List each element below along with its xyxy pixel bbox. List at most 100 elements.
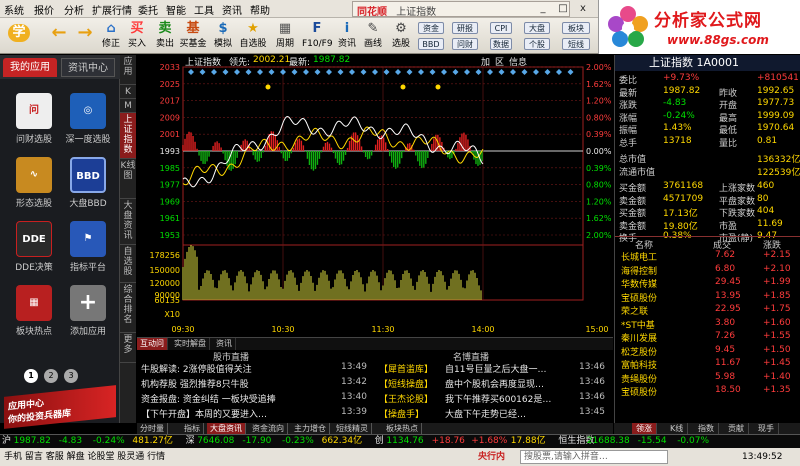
menu-help[interactable]: 帮助 bbox=[250, 2, 270, 17]
market-news-item[interactable]: 牛股解读: 2涨停股值得关注 bbox=[141, 362, 331, 375]
market-news-item[interactable]: 机构荐股 强烈推荐8只牛股 bbox=[141, 377, 331, 390]
app-sector-hot[interactable]: ▦ 板块热点 bbox=[8, 285, 60, 345]
blog-news-item[interactable]: 我下午推荐买600162是… bbox=[445, 392, 573, 405]
tab-kline[interactable]: K线 bbox=[666, 423, 689, 434]
bbd-button[interactable]: BBD bbox=[418, 38, 444, 50]
stock-row[interactable]: 华数传媒 29.45 +1.99 bbox=[615, 277, 800, 291]
add-app-button[interactable]: + 添加应用 bbox=[62, 285, 114, 345]
menu-trade[interactable]: 委托 bbox=[138, 2, 158, 17]
tab-main-force[interactable]: 主力增仓 bbox=[291, 423, 330, 434]
tab-indicator[interactable]: 指标 bbox=[181, 423, 204, 434]
blog-news-item[interactable]: 盘中个股机会再度显现… bbox=[445, 377, 573, 390]
stock-search-input[interactable]: 搜股票,请输入拼音… bbox=[520, 450, 668, 464]
minimize-button[interactable]: _ bbox=[536, 2, 550, 15]
watchlist-button[interactable]: ★ 自选股 bbox=[238, 20, 268, 52]
f10-button[interactable]: F F10/F9 bbox=[302, 20, 333, 52]
tab-contribution[interactable]: 贡献 bbox=[724, 423, 749, 434]
short-term-button[interactable]: 短线 bbox=[562, 38, 590, 50]
tab-news[interactable]: 资讯 bbox=[213, 338, 236, 350]
stock-row[interactable]: 贵绳股份 5.98 +1.40 bbox=[615, 372, 800, 386]
app-indicator-platform[interactable]: ⚑ 指标平台 bbox=[62, 221, 114, 281]
app-deep-picker[interactable]: ◎ 深一度选股 bbox=[62, 93, 114, 153]
tab-live-commentary[interactable]: 实时解盘 bbox=[171, 338, 210, 350]
vtab-ranking[interactable]: 综合排名 bbox=[120, 283, 136, 333]
tab-market-news[interactable]: 大盘资讯 bbox=[207, 423, 246, 434]
market-news-item[interactable]: 【下午开盘】本周的又要进入… bbox=[141, 407, 331, 420]
stock-row[interactable]: 松芝股份 9.45 +1.50 bbox=[615, 345, 800, 359]
menu-system[interactable]: 系统 bbox=[4, 2, 24, 17]
maximize-button[interactable]: □ bbox=[556, 2, 570, 15]
y-tick-label: 2025 bbox=[160, 80, 180, 89]
page-dot[interactable]: 1 bbox=[24, 369, 38, 383]
data-button[interactable]: 数据 bbox=[490, 38, 512, 50]
blog-news-item[interactable]: 自11号巨量之后大盘一… bbox=[445, 362, 573, 375]
tab-current-hand[interactable]: 现手 bbox=[754, 423, 779, 434]
tab-sector-hot[interactable]: 板块热点 bbox=[383, 423, 422, 434]
page-dot[interactable]: 2 bbox=[44, 369, 58, 383]
simulate-button[interactable]: $ 模拟 bbox=[208, 20, 238, 52]
quote-label: 最新 bbox=[619, 88, 638, 99]
period-button[interactable]: ▦ 周期 bbox=[270, 20, 300, 52]
intraday-chart[interactable]: 上证指数 领先: 2002.21 最新: 1987.82 加 区 信息 2033… bbox=[137, 55, 613, 337]
wencai-button[interactable]: 问财 bbox=[452, 38, 478, 50]
sell-button[interactable]: 卖卖出 bbox=[150, 20, 180, 52]
research-button[interactable]: 研报 bbox=[452, 22, 478, 34]
stock-row[interactable]: 宝硕股份 18.50 +1.35 bbox=[615, 385, 800, 399]
tab-index[interactable]: 指数 bbox=[694, 423, 719, 434]
menu-tools[interactable]: 工具 bbox=[194, 2, 214, 17]
close-button[interactable]: x bbox=[576, 2, 590, 15]
funds-button[interactable]: 资金 bbox=[418, 22, 444, 34]
buy-button[interactable]: 买买入 bbox=[122, 20, 152, 52]
stock-name: 荣之联 bbox=[621, 307, 649, 317]
stock-row[interactable]: 宝硕股份 13.95 +1.85 bbox=[615, 291, 800, 305]
tab-my-apps[interactable]: 我的应用 bbox=[3, 58, 57, 77]
vtab-m[interactable]: M bbox=[120, 99, 136, 113]
vtab-market-news[interactable]: 大盘资讯 bbox=[120, 199, 136, 245]
dde-icon: DDE bbox=[16, 221, 52, 257]
vtab-kline[interactable]: K线图 bbox=[120, 159, 136, 199]
cpi-button[interactable]: CPI bbox=[490, 22, 512, 34]
app-center-banner[interactable]: 应用中心 你的投资兵器库 bbox=[4, 385, 116, 429]
menu-quote[interactable]: 报价 bbox=[34, 2, 54, 17]
tab-interactive-qa[interactable]: 互动问 bbox=[137, 338, 168, 350]
app-pattern-picker[interactable]: ∿ 形态选股 bbox=[8, 157, 60, 217]
menu-analysis[interactable]: 分析 bbox=[64, 2, 84, 17]
vtab-watchlist[interactable]: 自选股 bbox=[120, 245, 136, 283]
event-marker bbox=[510, 69, 516, 75]
menu-info[interactable]: 资讯 bbox=[222, 2, 242, 17]
ticker-field: 深 bbox=[185, 436, 195, 446]
status-links[interactable]: 手机 留言 客服 解盘 论股堂 股灵通 行情 bbox=[4, 448, 165, 466]
stock-row[interactable]: 富帕科技 11.67 +1.45 bbox=[615, 358, 800, 372]
sector-button[interactable]: 板块 bbox=[562, 22, 590, 34]
learn-button[interactable]: 学 bbox=[4, 20, 34, 52]
stock-row[interactable]: *ST中基 3.80 +1.60 bbox=[615, 318, 800, 332]
stock-picker-button[interactable]: ⚙ 选股 bbox=[386, 20, 416, 52]
market-news-item[interactable]: 资金报盘: 资金纠结 一板块受追捧 bbox=[141, 392, 331, 405]
draw-line-button[interactable]: ✎ 画线 bbox=[358, 20, 388, 52]
stock-button[interactable]: 个股 bbox=[524, 38, 550, 50]
simulate-icon: $ bbox=[218, 21, 228, 36]
buy-fund-button[interactable]: 基买基金 bbox=[178, 20, 208, 52]
tab-fund-flow[interactable]: 资金流向 bbox=[249, 423, 288, 434]
app-market-bbd[interactable]: BBD 大盘BBD bbox=[62, 157, 114, 217]
vtab-more[interactable]: 更多 bbox=[120, 333, 136, 363]
vtab-index[interactable]: 上证指数 bbox=[120, 113, 136, 159]
app-wencai-picker[interactable]: 问问财选股 bbox=[8, 93, 60, 153]
app-dde[interactable]: DDE DDE决策 bbox=[8, 221, 60, 281]
tab-short-term-spirit[interactable]: 短线精灵 bbox=[333, 423, 372, 434]
tab-intraday-volume[interactable]: 分时量 bbox=[137, 423, 168, 434]
quote-value: 136332亿 bbox=[757, 155, 800, 165]
vtab-k[interactable]: K bbox=[120, 85, 136, 99]
market-button[interactable]: 大盘 bbox=[524, 22, 550, 34]
tab-info-center[interactable]: 资讯中心 bbox=[61, 58, 115, 77]
page-dot[interactable]: 3 bbox=[64, 369, 78, 383]
stock-row[interactable]: 长城电工 7.62 +2.15 bbox=[615, 250, 800, 264]
menu-extended-quote[interactable]: 扩展行情 bbox=[92, 2, 132, 17]
stock-row[interactable]: 海得控制 6.80 +2.10 bbox=[615, 264, 800, 278]
blog-news-item[interactable]: 大盘下午走势已经… bbox=[445, 407, 573, 420]
tab-top-gainers[interactable]: 领涨 bbox=[632, 423, 657, 434]
stock-row[interactable]: 荣之联 22.95 +1.75 bbox=[615, 304, 800, 318]
vtab-apps[interactable]: 应用 bbox=[120, 55, 136, 85]
stock-row[interactable]: 秦川发展 7.26 +1.55 bbox=[615, 331, 800, 345]
menu-smart[interactable]: 智能 bbox=[166, 2, 186, 17]
